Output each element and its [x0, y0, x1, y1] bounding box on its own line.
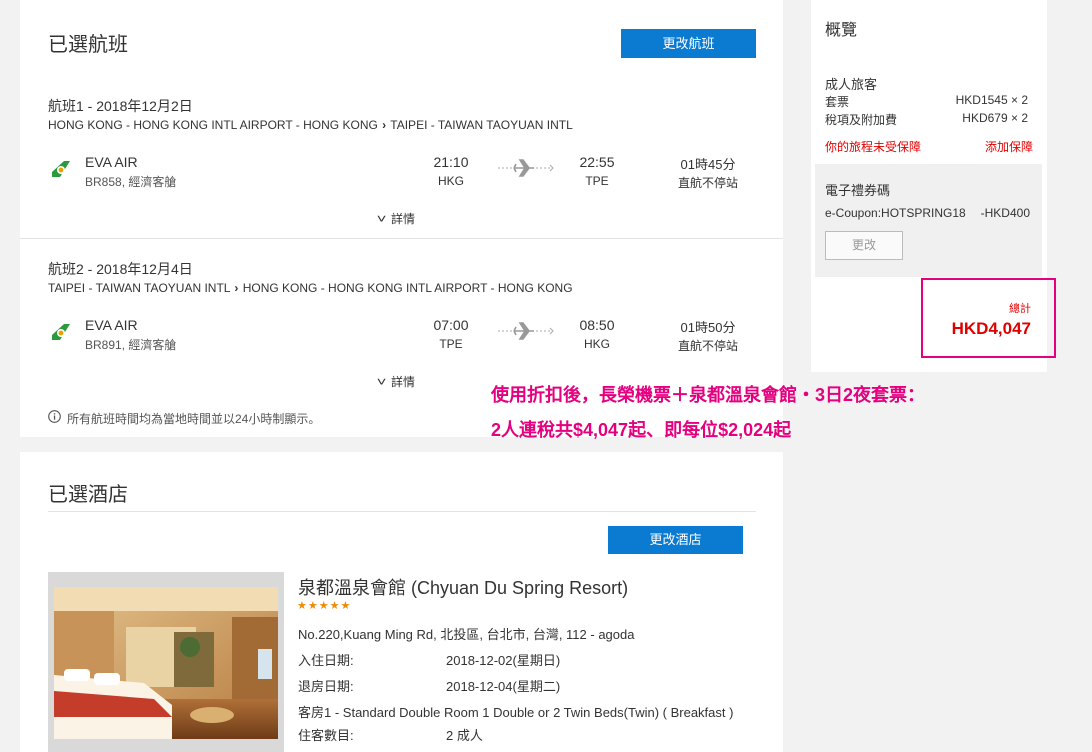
guests-value: 2 成人	[446, 728, 483, 743]
summary-card: 概覽 成人旅客 套票 HKD1545 × 2 稅項及附加費 HKD679 × 2…	[811, 0, 1056, 372]
airline-name: EVA AIR	[85, 154, 138, 170]
promo-line-1: 使用折扣後，長榮機票＋泉都溫泉會館・3日2夜套票：	[491, 385, 926, 405]
route-to: TAIPEI - TAIWAN TAOYUAN INTL	[390, 118, 573, 132]
total-value: HKD4,047	[951, 319, 1031, 338]
arrival-time: 08:50	[579, 317, 615, 333]
flight-route: TAIPEI - TAIWAN TAOYUAN INTL › HONG KONG…	[48, 281, 573, 295]
checkin-label: 入住日期:	[298, 653, 354, 668]
total-label: 總計	[1009, 303, 1031, 315]
fare-label: 套票	[825, 95, 850, 109]
coupon-title: 電子禮券碼	[825, 183, 891, 198]
route-to: HONG KONG - HONG KONG INTL AIRPORT - HON…	[242, 281, 573, 295]
arrival-code: TPE	[585, 174, 609, 188]
flight-duration: 01時45分	[680, 157, 736, 172]
guests-label: 住客數目:	[298, 728, 354, 743]
details-label: 詳情	[391, 212, 416, 226]
add-protection-link[interactable]: 添加保障	[985, 138, 1033, 155]
airline-name: EVA AIR	[85, 317, 138, 333]
plane-icon	[498, 321, 554, 341]
checkout-value: 2018-12-04(星期二)	[446, 679, 561, 694]
flight-route: HONG KONG - HONG KONG INTL AIRPORT - HON…	[48, 118, 573, 132]
adult-passengers-label: 成人旅客	[825, 77, 878, 92]
flight-details-toggle[interactable]: ˅ 詳情	[376, 210, 416, 227]
chevron-down-icon: ˅	[376, 212, 387, 226]
total-box: 總計 HKD4,047	[921, 278, 1056, 358]
plane-icon	[498, 158, 554, 178]
coupon-value: -HKD400	[980, 206, 1030, 220]
flight-number: BR891, 經濟客艙	[85, 338, 177, 352]
hotel-address: No.220,Kuang Ming Rd, 北投區, 台北市, 台灣, 112 …	[298, 627, 635, 642]
flight-number: BR858, 經濟客艙	[85, 175, 177, 189]
hotel-name: 泉都溫泉會館 (Chyuan Du Spring Resort)	[298, 578, 629, 598]
room-description: 客房1 - Standard Double Room 1 Double or 2…	[298, 705, 734, 720]
chevron-down-icon: ˅	[376, 375, 387, 389]
checkin-value: 2018-12-02(星期日)	[446, 653, 561, 668]
change-flight-button[interactable]: 更改航班	[621, 29, 756, 58]
departure-code: TPE	[439, 337, 463, 351]
hotel-title-divider	[48, 511, 756, 512]
route-from: TAIPEI - TAIWAN TAOYUAN INTL	[48, 281, 231, 295]
chevron-right-icon: ›	[234, 281, 239, 295]
departure-time: 07:00	[433, 317, 469, 333]
departure-code: HKG	[437, 174, 464, 188]
coupon-change-button[interactable]: 更改	[825, 231, 903, 260]
departure-time: 21:10	[433, 154, 469, 170]
arrival-time: 22:55	[579, 154, 615, 170]
flights-card: 已選航班 更改航班 航班1 - 2018年12月2日 HONG KONG - H…	[20, 0, 783, 437]
protection-status: 你的旅程未受保障	[825, 140, 922, 154]
hotel-star-rating: ★★★★★	[297, 600, 352, 612]
tax-value: HKD679 × 2	[962, 111, 1028, 125]
flight-divider	[20, 238, 783, 239]
hotel-photo[interactable]	[48, 572, 284, 752]
arrival-code: HKG	[583, 337, 610, 351]
info-icon	[48, 410, 61, 423]
coupon-panel: 電子禮券碼 e-Coupon:HOTSPRING18 -HKD400 更改	[815, 164, 1042, 277]
fare-value: HKD1545 × 2	[955, 93, 1028, 107]
details-label: 詳情	[391, 375, 416, 389]
flight-date: 航班1 - 2018年12月2日	[48, 98, 193, 114]
route-from: HONG KONG - HONG KONG INTL AIRPORT - HON…	[48, 118, 378, 132]
flight-stops: 直航不停站	[677, 339, 738, 353]
hotel-section-title: 已選酒店	[48, 484, 128, 506]
checkout-label: 退房日期:	[298, 679, 354, 694]
flight-duration: 01時50分	[680, 320, 736, 335]
coupon-code: e-Coupon:HOTSPRING18	[825, 206, 966, 220]
flights-title: 已選航班	[48, 34, 128, 56]
flight-stops: 直航不停站	[677, 176, 738, 190]
promo-line-2: 2人連稅共$4,047起、即每位$2,024起	[491, 420, 792, 440]
airline-logo-icon	[50, 158, 72, 180]
flight-date: 航班2 - 2018年12月4日	[48, 261, 193, 277]
time-note: 所有航班時間均為當地時間並以24小時制顯示。	[67, 412, 321, 426]
flight-details-toggle[interactable]: ˅ 詳情	[376, 373, 416, 390]
change-hotel-button[interactable]: 更改酒店	[608, 526, 743, 554]
hotel-card: 已選酒店 更改酒店 泉都溫泉會館 (Chyuan Du Spring Resor…	[20, 452, 783, 752]
chevron-right-icon: ›	[382, 118, 387, 132]
tax-label: 稅項及附加費	[825, 113, 898, 127]
summary-title: 概覽	[825, 22, 858, 39]
airline-logo-icon	[50, 321, 72, 343]
